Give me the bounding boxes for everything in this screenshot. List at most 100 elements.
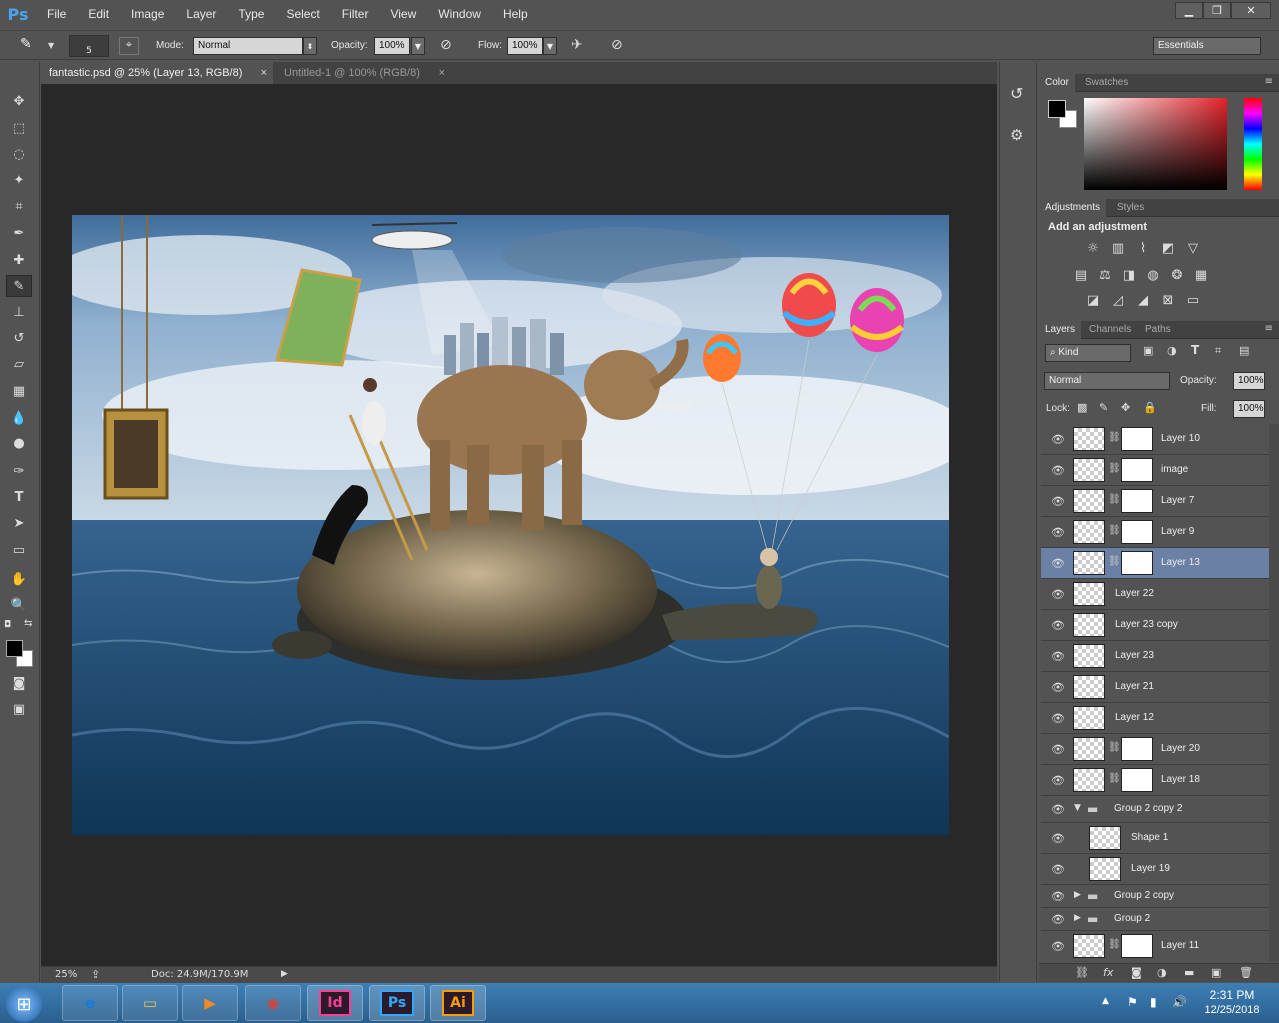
visibility-eye-icon[interactable]: 👁: [1051, 433, 1065, 446]
visibility-eye-icon[interactable]: 👁: [1051, 940, 1065, 953]
opacity-dropdown-arrow[interactable]: ▼: [411, 37, 425, 55]
layer-row[interactable]: 👁 ⛓ Layer 10: [1041, 424, 1269, 455]
vibrance-icon[interactable]: ▽: [1184, 240, 1202, 256]
menu-select[interactable]: Select: [275, 7, 330, 21]
chevron-right-icon[interactable]: ▶: [1074, 890, 1081, 900]
flow-dropdown-arrow[interactable]: ▼: [543, 37, 557, 55]
visibility-eye-icon[interactable]: 👁: [1051, 588, 1065, 601]
new-adjustment-icon[interactable]: ◑: [1157, 966, 1167, 979]
volume-icon[interactable]: 🔊: [1172, 995, 1187, 1009]
selective-color-icon[interactable]: ⊠: [1159, 292, 1177, 308]
layer-mask-thumbnail[interactable]: [1121, 768, 1153, 792]
hue-slider[interactable]: [1244, 98, 1262, 190]
visibility-eye-icon[interactable]: 👁: [1051, 464, 1065, 477]
filter-smart-object-icon[interactable]: ▤: [1239, 344, 1249, 357]
fx-icon[interactable]: fx: [1103, 966, 1113, 979]
visibility-eye-icon[interactable]: 👁: [1051, 832, 1065, 845]
magic-wand-tool-icon[interactable]: ✦: [6, 169, 32, 191]
tray-arrow-icon[interactable]: ▲: [1102, 996, 1109, 1006]
link-chain-icon[interactable]: ⛓: [1108, 556, 1121, 567]
mode-dropdown-arrow[interactable]: ⬍: [303, 37, 317, 55]
history-brush-tool-icon[interactable]: ↺: [6, 327, 32, 349]
eraser-tool-icon[interactable]: ▱: [6, 353, 32, 375]
link-chain-icon[interactable]: ⛓: [1108, 432, 1121, 443]
menu-window[interactable]: Window: [427, 7, 492, 21]
layer-row[interactable]: 👁 ⛓ Layer 13: [1041, 548, 1269, 579]
gradient-tool-icon[interactable]: ▦: [6, 380, 32, 402]
levels-icon[interactable]: ▥: [1109, 240, 1127, 256]
layer-mask-thumbnail[interactable]: [1121, 737, 1153, 761]
new-layer-icon[interactable]: ▣: [1211, 966, 1221, 979]
visibility-eye-icon[interactable]: 👁: [1051, 526, 1065, 539]
hue-saturation-icon[interactable]: ▤: [1072, 267, 1090, 283]
move-tool-icon[interactable]: ✥: [6, 90, 32, 112]
layer-row[interactable]: 👁 Layer 23 copy: [1041, 610, 1269, 641]
lock-position-icon[interactable]: ✥: [1121, 401, 1130, 414]
color-balance-icon[interactable]: ⚖: [1096, 267, 1114, 283]
brush-icon[interactable]: ✎: [20, 36, 46, 56]
color-lookup-icon[interactable]: ▦: [1192, 267, 1210, 283]
properties-panel-icon[interactable]: ⚙: [1010, 126, 1023, 144]
type-tool-icon[interactable]: T: [6, 486, 32, 508]
visibility-eye-icon[interactable]: 👁: [1051, 863, 1065, 876]
visibility-eye-icon[interactable]: 👁: [1051, 619, 1065, 632]
visibility-eye-icon[interactable]: 👁: [1051, 681, 1065, 694]
windows-start-icon[interactable]: ⊞: [6, 986, 42, 1022]
lock-pixels-icon[interactable]: ✎: [1099, 401, 1108, 414]
layer-mask-thumbnail[interactable]: [1121, 489, 1153, 513]
canvas-area[interactable]: [41, 84, 997, 966]
layer-row[interactable]: 👁 ⛓ Layer 18: [1041, 765, 1269, 796]
rectangle-tool-icon[interactable]: ▭: [6, 539, 32, 561]
history-panel-icon[interactable]: ↺: [1010, 84, 1023, 103]
pressure-size-icon[interactable]: ⊘: [611, 37, 623, 53]
lock-transparency-icon[interactable]: ▩: [1077, 401, 1087, 414]
menu-edit[interactable]: Edit: [77, 7, 120, 21]
add-mask-icon[interactable]: ◙: [1131, 966, 1142, 979]
layer-row[interactable]: 👁 Layer 19: [1041, 854, 1269, 885]
menu-filter[interactable]: Filter: [331, 7, 380, 21]
photo-filter-icon[interactable]: ◍: [1144, 267, 1162, 283]
minimize-button[interactable]: ▁: [1175, 2, 1203, 19]
tab-color[interactable]: Color: [1039, 74, 1075, 92]
visibility-eye-icon[interactable]: 👁: [1051, 650, 1065, 663]
layer-mask-thumbnail[interactable]: [1121, 458, 1153, 482]
filter-type-icon[interactable]: T: [1191, 343, 1199, 357]
chrome-taskbar-button[interactable]: ◉: [245, 985, 301, 1021]
internet-explorer-taskbar-button[interactable]: e: [62, 985, 118, 1021]
visibility-eye-icon[interactable]: 👁: [1051, 913, 1065, 926]
link-chain-icon[interactable]: ⛓: [1108, 773, 1121, 784]
panel-menu-icon[interactable]: ≡: [1265, 76, 1273, 87]
menu-help[interactable]: Help: [492, 7, 539, 21]
tab-adjustments[interactable]: Adjustments: [1039, 199, 1107, 217]
chevron-down-icon[interactable]: ▼: [1074, 803, 1081, 813]
layer-row[interactable]: 👁 Layer 23: [1041, 641, 1269, 672]
airbrush-icon[interactable]: ✈: [571, 37, 583, 53]
layer-row[interactable]: 👁 ⛓ Layer 7: [1041, 486, 1269, 517]
visibility-eye-icon[interactable]: 👁: [1051, 803, 1065, 816]
tab-paths[interactable]: Paths: [1139, 321, 1177, 339]
filter-adjustment-icon[interactable]: ◑: [1167, 344, 1177, 357]
layer-mask-thumbnail[interactable]: [1121, 520, 1153, 544]
zoom-level[interactable]: 25%: [55, 969, 77, 980]
photoshop-taskbar-button[interactable]: Ps: [369, 985, 425, 1021]
tab-fantastic[interactable]: fantastic.psd @ 25% (Layer 13, RGB/8) ×: [41, 62, 273, 84]
indesign-taskbar-button[interactable]: Id: [307, 985, 363, 1021]
close-icon[interactable]: ×: [439, 62, 445, 84]
zoom-tool-icon[interactable]: 🔍: [6, 594, 32, 616]
brush-panel-icon[interactable]: ⌖: [119, 37, 139, 55]
lasso-tool-icon[interactable]: ◌: [6, 143, 32, 165]
visibility-eye-icon[interactable]: 👁: [1051, 890, 1065, 903]
tab-layers[interactable]: Layers: [1039, 321, 1082, 339]
menu-view[interactable]: View: [379, 7, 427, 21]
layer-row[interactable]: 👁 Layer 12: [1041, 703, 1269, 734]
pressure-opacity-icon[interactable]: ⊘: [440, 37, 452, 53]
filter-pixel-icon[interactable]: ▣: [1143, 344, 1153, 357]
visibility-eye-icon[interactable]: 👁: [1051, 712, 1065, 725]
marquee-tool-icon[interactable]: ⬚: [6, 117, 32, 139]
brush-tool-icon[interactable]: ✎: [6, 275, 32, 297]
exposure-icon[interactable]: ◩: [1159, 240, 1177, 256]
lock-all-icon[interactable]: 🔒: [1143, 401, 1157, 414]
flow-field[interactable]: 100%: [507, 37, 543, 55]
link-chain-icon[interactable]: ⛓: [1108, 939, 1121, 950]
link-chain-icon[interactable]: ⛓: [1108, 494, 1121, 505]
